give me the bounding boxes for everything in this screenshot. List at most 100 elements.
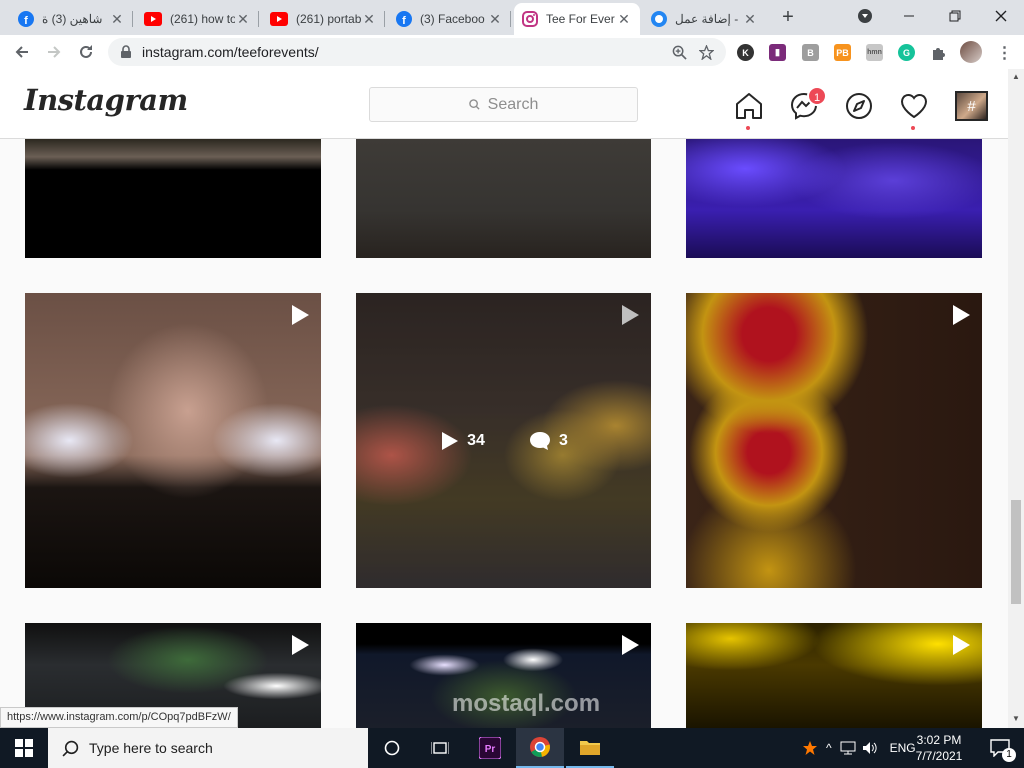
scroll-down-arrow[interactable]: ▼ (1011, 714, 1021, 723)
search-icon (468, 99, 480, 110)
post-hover-overlay: 34 3 (356, 293, 651, 588)
chrome-icon (530, 737, 550, 758)
video-play-icon (292, 635, 309, 655)
post-tile[interactable] (25, 139, 321, 258)
restore-button[interactable] (940, 2, 970, 30)
browser-tab[interactable]: f (3) Faceboo ✕ (388, 3, 511, 35)
post-tile[interactable]: 34 3 (356, 293, 651, 588)
taskbar-clock[interactable]: 3:02 PM 7/7/2021 (908, 732, 970, 764)
chrome-button[interactable] (516, 728, 564, 768)
taskbar-search-input[interactable]: Type here to search (48, 728, 368, 768)
notification-count: 1 (1002, 748, 1016, 762)
extension-hmm-icon[interactable]: hmn (866, 44, 883, 61)
back-button[interactable] (8, 39, 36, 65)
close-window-button[interactable] (986, 2, 1016, 30)
notifications-button[interactable]: 1 (976, 728, 1024, 768)
page-scrollbar[interactable] (1008, 69, 1024, 728)
close-tab-icon[interactable]: ✕ (487, 11, 503, 28)
reload-button[interactable] (72, 39, 100, 65)
close-tab-icon[interactable]: ✕ (616, 11, 632, 28)
status-bar-url: https://www.instagram.com/p/COpq7pdBFzW/ (0, 707, 238, 728)
browser-tab[interactable]: إضافة عمل - ✕ (643, 3, 766, 35)
new-tab-button[interactable]: + (778, 6, 798, 28)
close-tab-icon[interactable]: ✕ (742, 11, 758, 28)
arrow-right-icon (48, 46, 61, 58)
minimize-button[interactable] (894, 2, 924, 30)
tab-search-button[interactable] (850, 2, 880, 30)
file-explorer-button[interactable] (566, 728, 614, 768)
puzzle-icon (932, 47, 945, 60)
home-icon[interactable] (734, 91, 764, 121)
network-icon[interactable] (840, 741, 856, 755)
browser-tab[interactable]: (261) portab ✕ (262, 3, 385, 35)
browser-tab[interactable]: (261) how to ✕ (136, 3, 259, 35)
facebook-icon: f (18, 11, 34, 27)
task-view-button[interactable] (368, 728, 416, 768)
video-play-icon (622, 635, 639, 655)
windows-logo-icon (15, 739, 33, 757)
avast-icon[interactable] (802, 740, 818, 756)
star-icon[interactable] (699, 44, 714, 60)
task-view-icon-button[interactable] (416, 728, 464, 768)
system-tray: ^ ENG (802, 728, 916, 768)
minimize-icon (904, 15, 914, 17)
close-tab-icon[interactable]: ✕ (109, 11, 125, 28)
messenger-badge: 1 (807, 86, 827, 106)
post-tile[interactable] (25, 293, 321, 588)
tab-title: (3) Faceboo (420, 12, 485, 26)
extension-analytics-icon[interactable]: ▮ (769, 44, 786, 61)
video-play-icon (953, 305, 970, 325)
reload-icon (80, 45, 92, 58)
tab-title: شاهين (3) ‌ة (42, 12, 103, 26)
post-tile[interactable] (686, 139, 982, 258)
extension-k-icon[interactable]: K (737, 44, 754, 61)
instagram-logo[interactable]: Instagram (24, 83, 188, 117)
heart-icon[interactable] (899, 91, 929, 121)
profile-avatar[interactable] (960, 41, 982, 63)
extension-pb-icon[interactable]: PB (834, 44, 851, 61)
zoom-icon[interactable] (672, 45, 687, 60)
restore-icon (949, 10, 961, 22)
search-placeholder: Search (487, 95, 539, 113)
profile-avatar-instagram[interactable]: # (955, 91, 988, 121)
compass-icon[interactable] (844, 91, 874, 121)
post-tile[interactable] (356, 139, 651, 258)
address-bar[interactable]: instagram.com/teeforevents/ (108, 38, 726, 66)
url-text[interactable]: instagram.com/teeforevents/ (142, 44, 672, 60)
browser-tab[interactable]: f شاهين (3) ‌ة ✕ (10, 3, 133, 35)
grammarly-icon[interactable]: G (898, 44, 915, 61)
close-tab-icon[interactable]: ✕ (235, 11, 251, 28)
extension-b-icon[interactable]: B (802, 44, 819, 61)
extensions-button[interactable] (930, 44, 947, 61)
tray-chevron-icon[interactable]: ^ (826, 741, 832, 755)
views-count: 34 (467, 431, 485, 449)
tab-title: (261) how to (170, 12, 235, 26)
browser-tab-active[interactable]: Tee For Ever ✕ (514, 3, 640, 35)
mostaql-icon (651, 11, 667, 27)
premiere-pro-button[interactable]: Pr (466, 728, 514, 768)
scrollbar-thumb[interactable] (1011, 500, 1021, 604)
facebook-icon: f (396, 11, 412, 27)
tab-title: (261) portab (296, 12, 361, 26)
search-input[interactable]: Search (369, 87, 638, 122)
activity-dot (911, 126, 915, 130)
post-tile[interactable] (686, 623, 982, 728)
forward-button[interactable] (40, 39, 68, 65)
close-tab-icon[interactable]: ✕ (361, 11, 377, 28)
comments-count: 3 (558, 431, 568, 449)
svg-text:f: f (24, 15, 28, 27)
post-tile[interactable] (686, 293, 982, 588)
folder-icon (580, 741, 600, 755)
arrow-left-icon (15, 46, 28, 58)
video-play-icon (953, 635, 970, 655)
youtube-icon (144, 12, 162, 26)
kebab-menu-icon[interactable]: ⋮ (996, 44, 1013, 62)
clock-date: 7/7/2021 (915, 749, 963, 763)
scroll-up-arrow[interactable]: ▲ (1011, 72, 1021, 81)
comments-stat: 3 (529, 431, 568, 451)
start-button[interactable] (0, 728, 48, 768)
search-icon (62, 740, 79, 757)
windows-taskbar: Type here to search Pr ^ ENG 3:02 PM 7/7… (0, 728, 1024, 768)
views-stat: 34 (439, 431, 485, 451)
volume-icon[interactable] (862, 741, 878, 755)
